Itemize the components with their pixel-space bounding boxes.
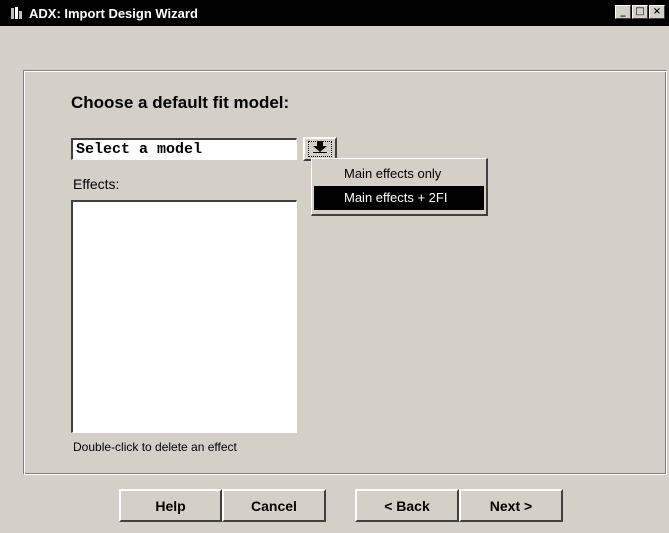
- window-controls: _ □ ×: [615, 5, 665, 19]
- maximize-button[interactable]: □: [632, 5, 648, 19]
- model-dropdown-menu: Main effects only Main effects + 2FI: [311, 158, 488, 216]
- close-icon: ×: [652, 6, 662, 17]
- option-main-effects-2fi[interactable]: Main effects + 2FI: [314, 186, 484, 210]
- app-icon: [10, 6, 24, 20]
- close-button[interactable]: ×: [649, 5, 665, 19]
- minimize-button[interactable]: _: [615, 5, 631, 19]
- next-button[interactable]: Next >: [459, 489, 563, 522]
- effects-list[interactable]: [71, 200, 297, 433]
- help-button[interactable]: Help: [119, 489, 222, 522]
- cancel-button[interactable]: Cancel: [222, 489, 326, 522]
- delete-hint: Double-click to delete an effect: [73, 440, 237, 454]
- arrow-down-icon: [313, 140, 327, 158]
- import-design-wizard-window: ADX: Import Design Wizard _ □ × Choose a…: [0, 0, 669, 533]
- focus-rect: [308, 141, 332, 157]
- model-select-field[interactable]: Select a model: [71, 138, 297, 160]
- effects-label: Effects:: [73, 176, 120, 192]
- back-button[interactable]: < Back: [355, 489, 459, 522]
- window-title: ADX: Import Design Wizard: [29, 5, 198, 21]
- maximize-icon: □: [635, 6, 645, 17]
- title-bar[interactable]: ADX: Import Design Wizard _ □ ×: [0, 0, 669, 26]
- page-title: Choose a default fit model:: [71, 93, 290, 112]
- minimize-icon: _: [620, 6, 626, 17]
- option-main-effects-only[interactable]: Main effects only: [314, 162, 484, 186]
